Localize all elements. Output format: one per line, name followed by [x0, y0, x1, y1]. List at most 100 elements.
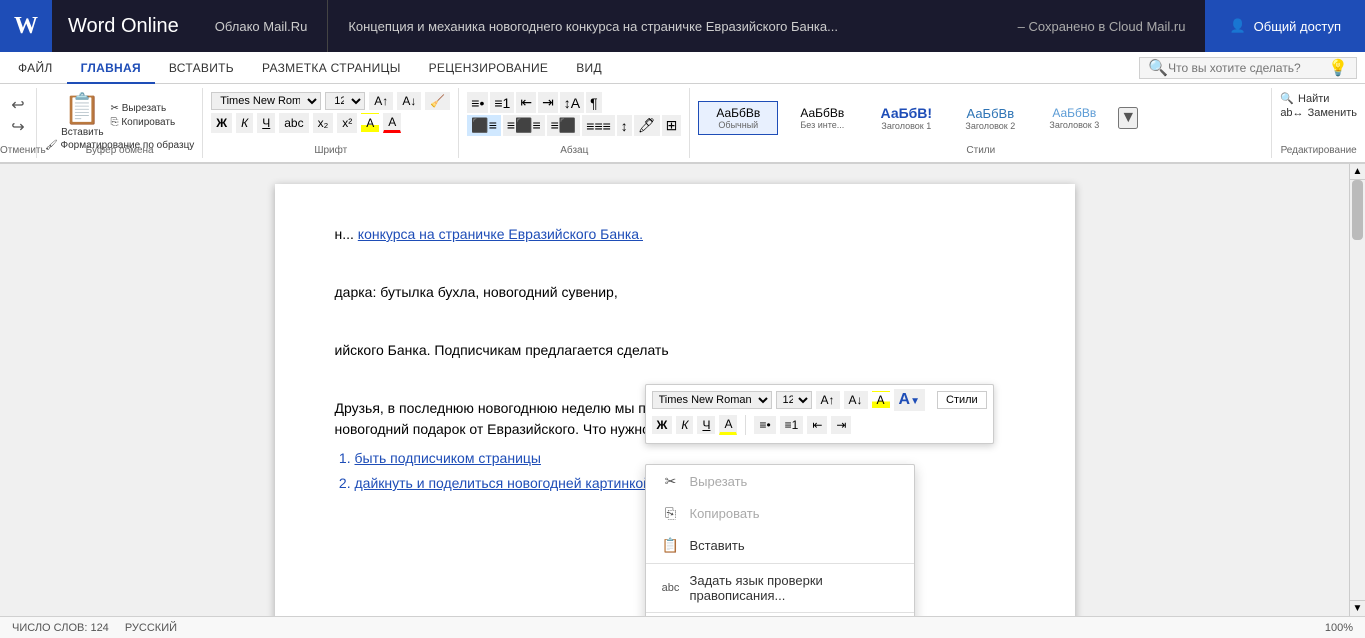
- float-toolbar-row-1: Times New Roman 12 A↑ A↓ A A▼ Стили: [652, 389, 987, 411]
- ft-font-family-select[interactable]: Times New Roman: [652, 391, 772, 409]
- increase-indent-button[interactable]: ⇥: [538, 92, 558, 113]
- font-color-button[interactable]: A: [383, 113, 401, 133]
- ft-highlight-button[interactable]: A: [872, 391, 890, 409]
- style-no-spacing-label: Без инте...: [791, 120, 853, 130]
- tab-page-layout[interactable]: РАЗМЕТКА СТРАНИЦЫ: [248, 52, 415, 84]
- app-name: Word Online: [52, 15, 195, 38]
- strikethrough-button[interactable]: abc: [279, 113, 308, 133]
- right-scrollbar[interactable]: ▲ ▼: [1349, 164, 1365, 616]
- font-size-select[interactable]: 12: [325, 92, 365, 110]
- ctx-cut-item[interactable]: ✂ Вырезать: [646, 465, 914, 497]
- paste-icon: 📋: [64, 92, 101, 127]
- document-page[interactable]: Times New Roman 12 A↑ A↓ A A▼ Стили Ж К: [275, 184, 1075, 616]
- bold-button[interactable]: Ж: [211, 113, 232, 133]
- styles-group-label: Стили: [690, 145, 1271, 156]
- show-marks-button[interactable]: ¶: [586, 92, 602, 113]
- ft-styles-button[interactable]: Стили: [937, 391, 987, 409]
- replace-button[interactable]: ab↔ Заменить: [1280, 107, 1357, 119]
- style-no-spacing[interactable]: АаБбВв Без инте...: [782, 101, 862, 135]
- ctx-cut-icon: ✂: [662, 472, 680, 490]
- style-heading2[interactable]: АаБбВв Заголовок 2: [950, 101, 1030, 136]
- ctx-cut-label: Вырезать: [690, 474, 748, 489]
- borders-button[interactable]: ⊞: [662, 115, 682, 136]
- ctx-spell-icon: abc: [662, 579, 680, 597]
- ctx-paragraph-item[interactable]: ≡ Абзац...: [646, 615, 914, 616]
- underline-button[interactable]: Ч: [257, 113, 275, 133]
- ft-increase-indent-button[interactable]: ⇥: [831, 416, 851, 434]
- ft-shrink-button[interactable]: A↓: [844, 391, 868, 409]
- style-heading1[interactable]: АаБбВ! Заголовок 1: [866, 100, 946, 136]
- para-row-1: ≡• ≡1 ⇤ ⇥ ↕A ¶: [467, 92, 681, 113]
- tab-view[interactable]: ВИД: [562, 52, 616, 84]
- redo-button[interactable]: ↪: [6, 116, 30, 138]
- bullets-button[interactable]: ≡•: [467, 92, 488, 113]
- ft-numbering-button[interactable]: ≡1: [780, 416, 804, 434]
- ctx-paste-item[interactable]: 📋 Вставить: [646, 529, 914, 561]
- ft-underline-button[interactable]: Ч: [697, 416, 715, 434]
- doc-para-5: ийского Банка. Подписчикам предлагается …: [335, 340, 1015, 361]
- ribbon-toolbar: ↩ ↪ Отменить 📋 Вставить ✂ Вырезать ⎘ Коп…: [0, 84, 1365, 164]
- clipboard-group: 📋 Вставить ✂ Вырезать ⎘ Копировать 🖌 Фор…: [37, 88, 203, 158]
- paste-button-area[interactable]: 📋 Вставить: [61, 92, 103, 138]
- undo-button[interactable]: ↩: [6, 94, 30, 116]
- paragraph-group: ≡• ≡1 ⇤ ⇥ ↕A ¶ ⬛≡ ≡⬛≡ ≡⬛ ≡≡≡ ↕ 🖊 ⊞ Абзац: [459, 88, 690, 158]
- ft-bold-button[interactable]: Ж: [652, 416, 673, 434]
- floating-toolbar: Times New Roman 12 A↑ A↓ A A▼ Стили Ж К: [645, 384, 994, 444]
- tab-review[interactable]: РЕЦЕНЗИРОВАНИЕ: [415, 52, 563, 84]
- tab-insert[interactable]: ВСТАВИТЬ: [155, 52, 248, 84]
- ctx-spell-item[interactable]: abc Задать язык проверки правописания...: [646, 566, 914, 610]
- font-shrink-button[interactable]: A↓: [397, 92, 421, 110]
- ft-italic-button[interactable]: К: [676, 416, 693, 434]
- ft-decrease-indent-button[interactable]: ⇤: [807, 416, 827, 434]
- find-button[interactable]: 🔍 Найти: [1280, 92, 1357, 105]
- ribbon-search-box[interactable]: 🔍 💡: [1139, 57, 1357, 79]
- document-content[interactable]: н... конкурса на страничке Евразийского …: [335, 224, 1015, 494]
- numbering-button[interactable]: ≡1: [490, 92, 514, 113]
- copy-button[interactable]: ⎘ Копировать: [108, 116, 179, 129]
- justify-button[interactable]: ≡≡≡: [582, 115, 615, 136]
- clear-format-button[interactable]: 🧹: [425, 92, 450, 110]
- ctx-divider-1: [646, 563, 914, 564]
- editing-group: 🔍 Найти ab↔ Заменить Редактирование: [1272, 88, 1365, 158]
- scrollbar-up-button[interactable]: ▲: [1350, 164, 1365, 180]
- highlight-button[interactable]: A: [361, 113, 379, 133]
- scrollbar-down-button[interactable]: ▼: [1350, 600, 1365, 616]
- ribbon-search-input[interactable]: [1168, 61, 1328, 75]
- style-normal[interactable]: АаБбВв Обычный: [698, 101, 778, 135]
- font-grow-button[interactable]: A↑: [369, 92, 393, 110]
- tab-file[interactable]: ФАЙЛ: [4, 52, 67, 84]
- styles-scroll-button[interactable]: ▼: [1118, 107, 1138, 129]
- align-left-button[interactable]: ⬛≡: [467, 115, 501, 136]
- cut-button[interactable]: ✂ Вырезать: [108, 102, 179, 115]
- scrollbar-thumb[interactable]: [1352, 180, 1363, 240]
- align-center-button[interactable]: ≡⬛≡: [503, 115, 545, 136]
- style-heading3[interactable]: АаБбВв Заголовок 3: [1034, 101, 1114, 135]
- subscript-button[interactable]: x₂: [313, 113, 334, 133]
- paste-label: Вставить: [61, 127, 103, 138]
- style-heading2-name: АаБбВв: [959, 106, 1021, 121]
- scrollbar-track[interactable]: [1350, 180, 1365, 600]
- ft-bullets-button[interactable]: ≡•: [754, 416, 775, 434]
- italic-button[interactable]: К: [236, 113, 253, 133]
- ft-highlight-color-button[interactable]: A: [719, 415, 737, 435]
- tab-home[interactable]: ГЛАВНАЯ: [67, 52, 155, 84]
- sort-button[interactable]: ↕A: [560, 92, 584, 113]
- decrease-indent-button[interactable]: ⇤: [516, 92, 536, 113]
- superscript-button[interactable]: x²: [337, 113, 357, 133]
- align-right-button[interactable]: ≡⬛: [547, 115, 581, 136]
- language: РУССКИЙ: [125, 622, 177, 634]
- ft-grow-button[interactable]: A↑: [816, 391, 840, 409]
- doc-para-1: н... конкурса на страничке Евразийского …: [335, 224, 1015, 245]
- ctx-copy-item[interactable]: ⎘ Копировать: [646, 497, 914, 529]
- font-family-select[interactable]: Times New Roman: [211, 92, 321, 110]
- find-icon: 🔍: [1280, 92, 1294, 105]
- doc-para-4: [335, 311, 1015, 332]
- line-spacing-button[interactable]: ↕: [617, 115, 632, 136]
- ft-color-button[interactable]: A▼: [894, 389, 925, 411]
- document-scroll-area[interactable]: Times New Roman 12 A↑ A↓ A A▼ Стили Ж К: [0, 164, 1349, 616]
- ft-font-size-select[interactable]: 12: [776, 391, 812, 409]
- share-button[interactable]: 👤 Общий доступ: [1205, 0, 1365, 52]
- doc-link-1[interactable]: конкурса на страничке Евразийского Банка…: [358, 226, 643, 242]
- style-heading3-name: АаБбВв: [1043, 106, 1105, 120]
- shading-button[interactable]: 🖊: [634, 115, 660, 136]
